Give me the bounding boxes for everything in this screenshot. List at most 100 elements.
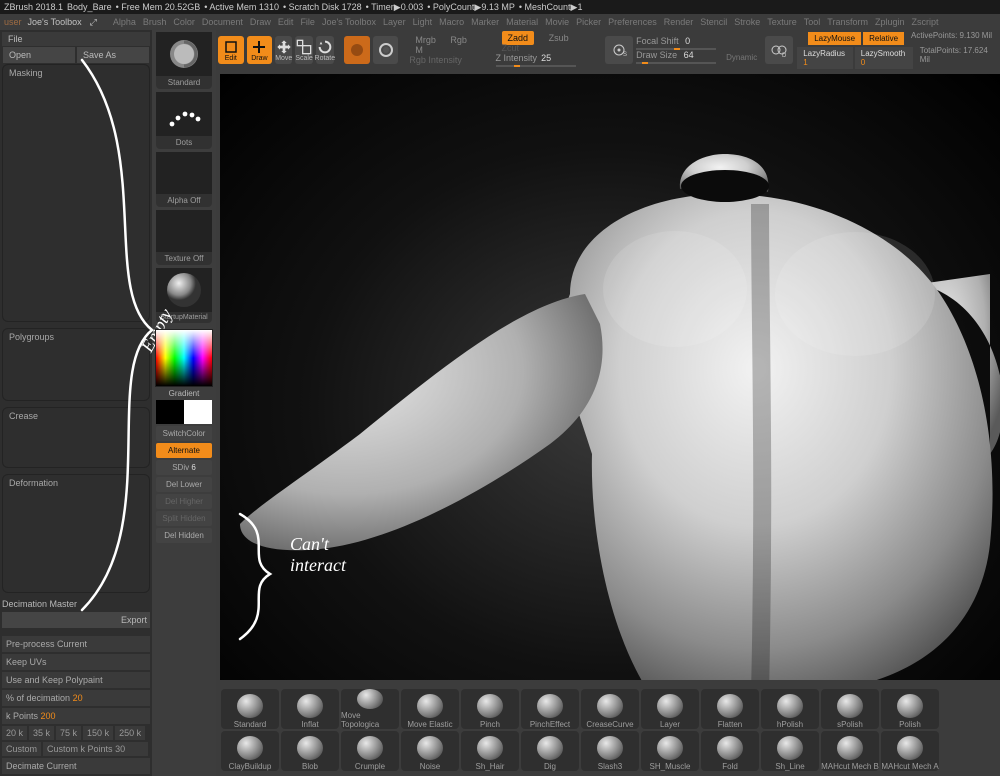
zcut-toggle[interactable]: Zcut: [502, 43, 520, 53]
m-toggle[interactable]: M: [415, 45, 423, 55]
menu-zscript[interactable]: Zscript: [912, 17, 939, 27]
relative-toggle[interactable]: Relative: [863, 32, 904, 45]
lazy-icon[interactable]: D: [765, 36, 793, 64]
menu-texture[interactable]: Texture: [767, 17, 797, 27]
saveas-button[interactable]: Save As: [77, 47, 149, 63]
switchcolor-button[interactable]: SwitchColor: [156, 426, 212, 441]
menu-movie[interactable]: Movie: [545, 17, 569, 27]
del-lower-button[interactable]: Del Lower: [156, 477, 212, 492]
popout-icon[interactable]: ⤢: [90, 17, 97, 28]
crease-panel[interactable]: Crease: [2, 407, 150, 468]
polygroups-panel[interactable]: Polygroups: [2, 328, 150, 401]
lazymouse-toggle[interactable]: LazyMouse: [808, 32, 861, 45]
toolbox-title[interactable]: Joe's Toolbox: [28, 17, 82, 27]
brush-sh-muscle[interactable]: SH_Muscle: [641, 731, 699, 771]
brush-polish[interactable]: Polish: [881, 689, 939, 729]
menu-color[interactable]: Color: [173, 17, 195, 27]
menu-transform[interactable]: Transform: [827, 17, 868, 27]
custom-k-slider[interactable]: Custom k Points 30: [43, 742, 148, 756]
brush-move-elastic[interactable]: Move Elastic: [401, 689, 459, 729]
k250[interactable]: 250 k: [115, 726, 145, 740]
rgb-intensity[interactable]: Rgb Intensity: [409, 55, 487, 65]
brush-pincheffect[interactable]: PinchEffect: [521, 689, 579, 729]
brush-hpolish[interactable]: hPolish: [761, 689, 819, 729]
pct-slider[interactable]: % of decimation 20: [2, 690, 150, 706]
brush-sh-line[interactable]: Sh_Line: [761, 731, 819, 771]
move-button[interactable]: Move: [275, 36, 292, 64]
alpha-selector[interactable]: Alpha Off: [156, 152, 212, 207]
scale-button[interactable]: Scale: [295, 36, 313, 64]
menu-stroke[interactable]: Stroke: [734, 17, 760, 27]
brush-claybuildup[interactable]: ClayBuildup: [221, 731, 279, 771]
brush-creasecurve[interactable]: CreaseCurve: [581, 689, 639, 729]
kpoints-slider[interactable]: k Points 200: [2, 708, 150, 724]
k35[interactable]: 35 k: [29, 726, 54, 740]
menu-document[interactable]: Document: [202, 17, 243, 27]
dynamic-toggle[interactable]: Dynamic: [726, 53, 757, 62]
file-header[interactable]: File: [2, 32, 150, 46]
export-button[interactable]: Export: [2, 612, 150, 628]
brush-pinch[interactable]: Pinch: [461, 689, 519, 729]
brush-sh-hair[interactable]: Sh_Hair: [461, 731, 519, 771]
rotate-button[interactable]: Rotate: [316, 36, 334, 64]
brush-selector[interactable]: Standard: [156, 32, 212, 89]
brush-mahcut-a[interactable]: MAHcut Mech A: [881, 731, 939, 771]
edit-button[interactable]: Edit: [218, 36, 244, 64]
menu-marker[interactable]: Marker: [471, 17, 499, 27]
k75[interactable]: 75 k: [56, 726, 81, 740]
color-swatches[interactable]: [156, 400, 212, 424]
brush-fold[interactable]: Fold: [701, 731, 759, 771]
brush-mahcut-b[interactable]: MAHcut Mech B: [821, 731, 879, 771]
focal-icon[interactable]: S: [605, 36, 633, 64]
sphere-b-icon[interactable]: [373, 36, 399, 64]
menu-brush[interactable]: Brush: [143, 17, 167, 27]
deformation-panel[interactable]: Deformation: [2, 474, 150, 593]
menu-edit[interactable]: Edit: [278, 17, 294, 27]
split-hidden-button[interactable]: Split Hidden: [156, 511, 212, 526]
menu-file[interactable]: File: [300, 17, 315, 27]
menu-stencil[interactable]: Stencil: [700, 17, 727, 27]
open-button[interactable]: Open: [3, 47, 75, 63]
brush-standard[interactable]: Standard: [221, 689, 279, 729]
brush-layer[interactable]: Layer: [641, 689, 699, 729]
brush-dig[interactable]: Dig: [521, 731, 579, 771]
menu-alpha[interactable]: Alpha: [113, 17, 136, 27]
sdiv-slider[interactable]: SDiv 6: [156, 460, 212, 475]
keep-uvs-button[interactable]: Keep UVs: [2, 654, 150, 670]
rgb-toggle[interactable]: Rgb: [450, 35, 467, 45]
menu-zplugin[interactable]: Zplugin: [875, 17, 905, 27]
menu-preferences[interactable]: Preferences: [608, 17, 657, 27]
brush-slash3[interactable]: Slash3: [581, 731, 639, 771]
menu-render[interactable]: Render: [664, 17, 694, 27]
viewport[interactable]: Can't interact: [220, 74, 1000, 680]
menu-draw[interactable]: Draw: [250, 17, 271, 27]
brush-blob[interactable]: Blob: [281, 731, 339, 771]
menu-picker[interactable]: Picker: [576, 17, 601, 27]
k150[interactable]: 150 k: [83, 726, 113, 740]
sphere-a-icon[interactable]: [344, 36, 370, 64]
menu-material[interactable]: Material: [506, 17, 538, 27]
lazysmooth-slider[interactable]: LazySmooth 0: [855, 47, 913, 69]
del-hidden-button[interactable]: Del Hidden: [156, 528, 212, 543]
color-picker[interactable]: [155, 329, 213, 387]
keep-polypaint-button[interactable]: Use and Keep Polypaint: [2, 672, 150, 688]
masking-panel[interactable]: Masking: [2, 64, 150, 322]
focal-shift-slider[interactable]: Focal Shift 0: [636, 36, 757, 50]
drawsize-slider[interactable]: Draw Size 64Dynamic: [636, 50, 757, 64]
decimate-button[interactable]: Decimate Current: [2, 758, 150, 774]
menu-light[interactable]: Light: [413, 17, 433, 27]
draw-button[interactable]: Draw: [247, 36, 273, 64]
brush-flatten[interactable]: Flatten: [701, 689, 759, 729]
custom-button[interactable]: Custom: [2, 742, 41, 756]
zsub-toggle[interactable]: Zsub: [549, 33, 569, 43]
k20[interactable]: 20 k: [2, 726, 27, 740]
brush-crumple[interactable]: Crumple: [341, 731, 399, 771]
menu-tool[interactable]: Tool: [804, 17, 821, 27]
texture-selector[interactable]: Texture Off: [156, 210, 212, 265]
brush-inflat[interactable]: Inflat: [281, 689, 339, 729]
z-intensity-slider[interactable]: Z Intensity25: [496, 53, 598, 67]
alternate-button[interactable]: Alternate: [156, 443, 212, 458]
brush-move-topologica[interactable]: Move Topologica: [341, 689, 399, 729]
menu-macro[interactable]: Macro: [439, 17, 464, 27]
menu-joes[interactable]: Joe's Toolbox: [322, 17, 376, 27]
